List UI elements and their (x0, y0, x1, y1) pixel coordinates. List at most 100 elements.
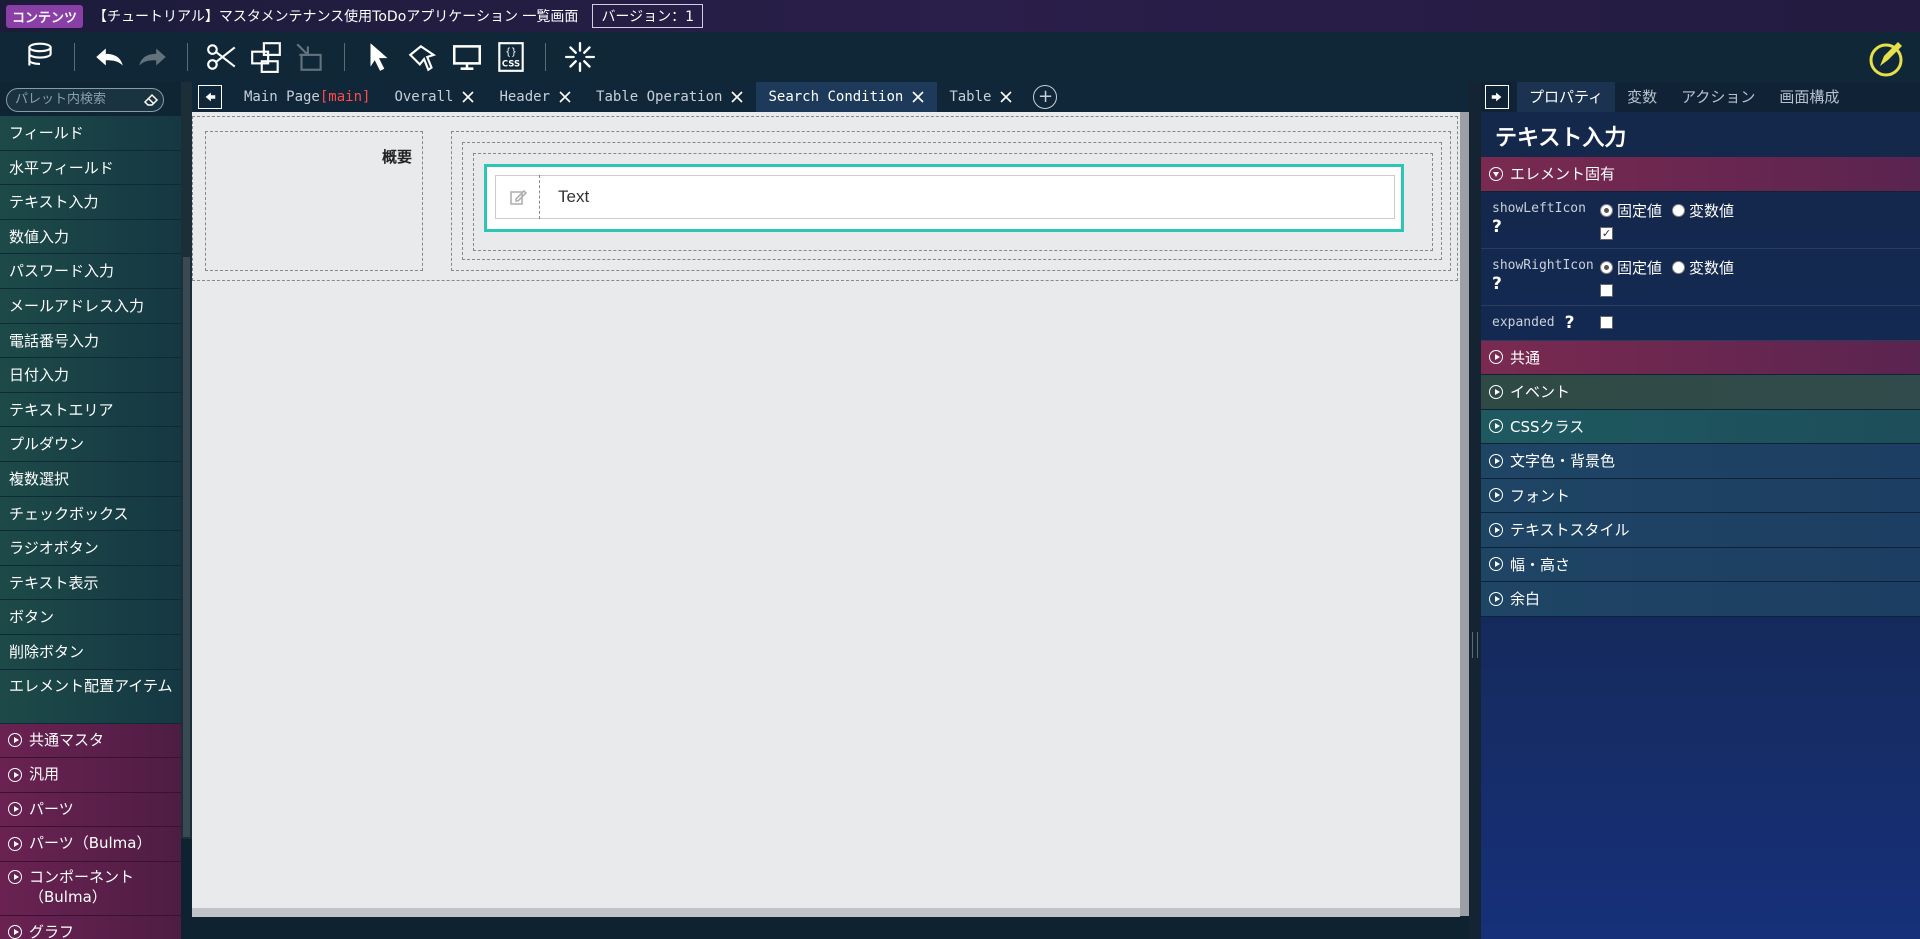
section-text-style[interactable]: テキストスタイル (1481, 513, 1920, 548)
control-container[interactable]: Text (473, 153, 1433, 251)
field-label: 概要 (381, 148, 412, 166)
pointer-icon[interactable] (357, 35, 401, 79)
palette-item[interactable]: ボタン (0, 600, 181, 635)
palette-item[interactable]: ラジオボタン (0, 531, 181, 566)
add-tab-icon[interactable]: + (1033, 85, 1058, 109)
palette-group-graph[interactable]: グラフ (0, 915, 181, 939)
section-text-bg-color[interactable]: 文字色・背景色 (1481, 444, 1920, 479)
tab-table-operation[interactable]: Table Operation (584, 82, 756, 112)
loading-spinner-icon[interactable] (558, 35, 602, 79)
palette-group-component-bulma[interactable]: コンポーネント（Bulma） (0, 861, 181, 916)
palette-list: フィールド 水平フィールド テキスト入力 数値入力 パスワード入力 メールアドレ… (0, 116, 181, 939)
palette-group-parts[interactable]: パーツ (0, 792, 181, 827)
palette-item[interactable]: 削除ボタン (0, 634, 181, 670)
label-container[interactable]: 概要 (205, 131, 423, 271)
expand-arrow-icon (1489, 557, 1503, 572)
panel-splitter[interactable] (1469, 82, 1481, 939)
palette-search-input[interactable]: パレット内検索 (6, 88, 164, 112)
properties-panel: プロパティ 変数 アクション 画面構成 テキスト入力 エレメント固有 showL… (1481, 82, 1920, 939)
palette-item[interactable]: 日付入力 (0, 358, 181, 393)
show-left-icon-checkbox[interactable]: ✓ (1600, 226, 1613, 240)
palette-group-parts-bulma[interactable]: パーツ（Bulma） (0, 827, 181, 862)
undo-icon[interactable] (87, 35, 131, 79)
tab-actions[interactable]: アクション (1669, 82, 1767, 112)
main-tag: [main] (319, 89, 371, 105)
tab-search-condition[interactable]: Search Condition (756, 82, 938, 112)
section-css-class[interactable]: CSSクラス (1481, 409, 1920, 444)
help-icon[interactable]: ? (1492, 274, 1502, 294)
prop-row-show-left-icon: showLeftIcon ? 固定値 変数値 ✓ (1481, 192, 1920, 249)
scissors-icon[interactable] (200, 35, 244, 79)
palette-item[interactable]: パスワード入力 (0, 254, 181, 289)
redo-icon[interactable] (131, 35, 175, 79)
eraser-icon[interactable] (143, 92, 159, 108)
expand-arrow-icon (8, 925, 22, 939)
paste-icon[interactable] (288, 35, 332, 79)
close-icon[interactable] (911, 90, 925, 104)
field-container[interactable]: Text (462, 142, 1442, 260)
edit-pencil-icon[interactable] (1866, 38, 1906, 78)
prop-row-expanded: expanded ? (1481, 306, 1920, 341)
copy-layout-icon[interactable] (244, 35, 288, 79)
palette-group-common-master[interactable]: 共通マスタ (0, 723, 181, 758)
palette-item[interactable]: 複数選択 (0, 461, 181, 497)
section-common[interactable]: 共通 (1481, 340, 1920, 375)
palette-item[interactable]: フィールド (0, 116, 181, 151)
section-margin[interactable]: 余白 (1481, 582, 1920, 617)
radio-variable[interactable] (1672, 203, 1686, 217)
radio-variable[interactable] (1672, 260, 1686, 274)
tab-properties[interactable]: プロパティ (1517, 82, 1616, 112)
design-canvas[interactable]: 概要 Text (192, 112, 1460, 916)
section-width-height[interactable]: 幅・高さ (1481, 547, 1920, 582)
expanded-checkbox[interactable] (1600, 316, 1613, 329)
close-icon[interactable] (730, 90, 744, 104)
text-input-value: Text (558, 187, 590, 206)
radio-fixed[interactable] (1600, 260, 1613, 274)
close-icon[interactable] (461, 90, 475, 104)
help-icon[interactable]: ? (1565, 314, 1575, 332)
selected-text-input[interactable]: Text (484, 164, 1404, 232)
toolbar: {} CSS (0, 32, 1920, 82)
show-right-icon-checkbox[interactable] (1600, 283, 1613, 297)
collapse-palette-icon[interactable] (198, 85, 222, 109)
help-icon[interactable]: ? (1492, 217, 1502, 237)
text-input-field[interactable]: Text (495, 175, 1395, 219)
section-element-specific[interactable]: エレメント固有 (1481, 157, 1920, 192)
palette-item[interactable]: 電話番号入力 (0, 323, 181, 359)
close-icon[interactable] (558, 90, 572, 104)
palette-item[interactable]: テキスト入力 (0, 185, 181, 220)
palette-item[interactable]: メールアドレス入力 (0, 288, 181, 324)
tab-header[interactable]: Header (487, 82, 584, 112)
palette-scrollbar[interactable] (181, 82, 192, 839)
tab-variables[interactable]: 変数 (1615, 82, 1669, 112)
palette-item[interactable]: テキスト表示 (0, 565, 181, 601)
version-badge[interactable]: バージョン：1 (592, 4, 704, 28)
palette-item[interactable]: エレメント配置アイテム (0, 669, 181, 724)
horizontal-field-container[interactable]: 概要 Text (192, 116, 1458, 281)
prop-name: showLeftIcon (1492, 200, 1586, 216)
canvas-vertical-scrollbar[interactable] (1460, 112, 1469, 916)
section-font[interactable]: フォント (1481, 478, 1920, 513)
pointer-outline-icon[interactable] (401, 35, 445, 79)
palette-item[interactable]: 水平フィールド (0, 150, 181, 186)
palette-item[interactable]: 数値入力 (0, 219, 181, 255)
palette-item[interactable]: プルダウン (0, 427, 181, 462)
palette-item[interactable]: テキストエリア (0, 392, 181, 428)
tab-table[interactable]: Table (937, 82, 1025, 112)
tab-main-page[interactable]: Main Page [main] (232, 82, 382, 112)
palette-group-general[interactable]: 汎用 (0, 758, 181, 793)
database-icon[interactable] (18, 35, 62, 79)
desktop-preview-icon[interactable] (445, 35, 489, 79)
section-event[interactable]: イベント (1481, 375, 1920, 410)
css-file-icon[interactable]: {} CSS (489, 35, 533, 79)
palette-item[interactable]: チェックボックス (0, 496, 181, 532)
tab-screen-structure[interactable]: 画面構成 (1767, 82, 1851, 112)
close-icon[interactable] (999, 90, 1013, 104)
tab-overall[interactable]: Overall (382, 82, 487, 112)
expand-arrow-icon (8, 869, 22, 884)
radio-fixed[interactable] (1600, 203, 1613, 217)
field-body-container[interactable]: Text (451, 131, 1451, 271)
expand-arrow-icon (1489, 384, 1503, 399)
collapse-panel-icon[interactable] (1485, 85, 1509, 109)
canvas-horizontal-scrollbar[interactable] (192, 908, 1460, 917)
